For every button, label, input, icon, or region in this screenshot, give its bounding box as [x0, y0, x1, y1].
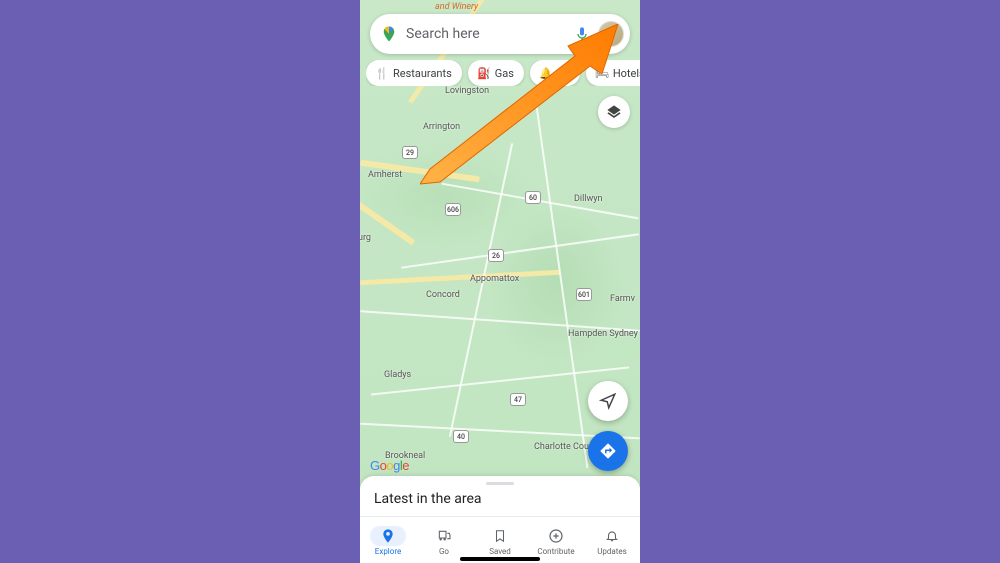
layers-button[interactable]: [598, 96, 630, 128]
bed-icon: 🛏: [596, 67, 608, 79]
city-label: Hampden Sydney: [568, 330, 638, 340]
route-shield: 26: [488, 249, 504, 262]
chip-label: Pa: [557, 67, 570, 80]
nav-label: Updates: [597, 547, 627, 556]
city-label: Concord: [426, 290, 460, 300]
google-maps-logo-icon: [380, 25, 398, 43]
sheet-title: Latest in the area: [374, 491, 626, 507]
city-label: Arrington: [423, 122, 460, 132]
bottom-nav: Explore Go Saved Contribute Updates: [360, 516, 640, 563]
nav-updates[interactable]: Updates: [587, 526, 637, 556]
chip-restaurants[interactable]: 🍴 Restaurants: [366, 60, 462, 86]
city-label: Gladys: [384, 370, 411, 380]
nav-label: Contribute: [537, 547, 574, 556]
route-shield: 606: [445, 203, 461, 216]
route-shield: 601: [576, 288, 592, 301]
city-label: Farmv: [610, 294, 635, 304]
restaurant-icon: 🍴: [376, 67, 388, 79]
city-label: Lovingston: [445, 86, 489, 96]
chip-hotels[interactable]: 🛏 Hotels: [586, 60, 640, 86]
nav-label: Go: [439, 547, 449, 556]
sheet-drag-handle[interactable]: [486, 482, 514, 485]
route-shield: 40: [453, 430, 469, 443]
route-shield: 29: [402, 146, 418, 159]
microphone-icon[interactable]: [574, 26, 590, 42]
bookmark-icon: [492, 528, 508, 544]
city-label: Dillwyn: [574, 194, 602, 204]
bell-outline-icon: 🔔: [540, 67, 552, 79]
phone-frame: and Winery Lovingston Arrington Amherst …: [360, 0, 640, 563]
directions-button[interactable]: [588, 431, 628, 471]
layers-icon: [606, 104, 622, 120]
pin-icon: [380, 528, 396, 544]
search-bar[interactable]: Search here: [370, 14, 630, 54]
profile-avatar-button[interactable]: [598, 21, 624, 47]
transit-icon: [436, 528, 452, 544]
google-watermark: Google: [370, 458, 409, 473]
chip-label: Gas: [495, 67, 514, 80]
nav-label: Saved: [489, 547, 511, 556]
plus-circle-icon: [548, 528, 564, 544]
gas-icon: ⛽: [478, 67, 490, 79]
bottom-sheet[interactable]: Latest in the area: [360, 476, 640, 516]
directions-icon: [599, 442, 617, 460]
chip-parking[interactable]: 🔔 Pa: [530, 60, 580, 86]
search-placeholder: Search here: [406, 26, 566, 42]
route-shield: 60: [525, 191, 541, 204]
poi-label-winery: and Winery: [435, 2, 478, 12]
nav-contribute[interactable]: Contribute: [531, 526, 581, 556]
chip-label: Hotels: [613, 67, 640, 80]
nav-explore[interactable]: Explore: [363, 526, 413, 556]
home-indicator: [460, 557, 540, 561]
my-location-button[interactable]: [588, 381, 628, 421]
nav-saved[interactable]: Saved: [475, 526, 525, 556]
city-label: Amherst: [368, 170, 402, 180]
city-label: Appomattox: [470, 274, 519, 284]
category-chips-row: 🍴 Restaurants ⛽ Gas 🔔 Pa 🛏 Hotels: [366, 60, 640, 86]
nav-label: Explore: [375, 547, 401, 556]
nav-go[interactable]: Go: [419, 526, 469, 556]
route-shield: 47: [510, 393, 526, 406]
city-label: urg: [360, 233, 371, 243]
chip-gas[interactable]: ⛽ Gas: [468, 60, 524, 86]
location-arrow-icon: [599, 392, 617, 410]
chip-label: Restaurants: [393, 67, 452, 80]
bell-icon: [604, 528, 620, 544]
